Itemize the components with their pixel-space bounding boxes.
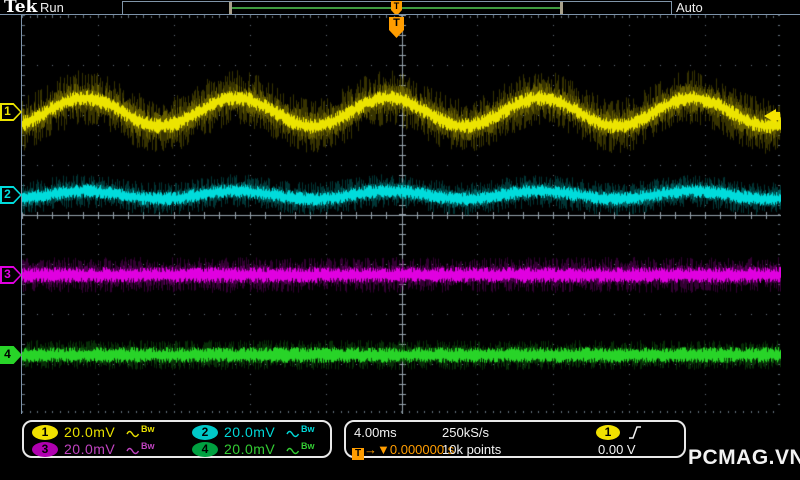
- channel-1-badge: 1: [32, 425, 58, 440]
- ac-coupling-icon: [126, 428, 140, 440]
- trigger-source-badge: 1: [596, 425, 620, 440]
- channel-2-position-marker: 2: [0, 186, 22, 204]
- trigger-mode-label: Auto: [676, 0, 703, 15]
- ac-coupling-icon: [286, 428, 300, 440]
- channel-4-badge: 4: [192, 442, 218, 457]
- channel-2-badge: 2: [192, 425, 218, 440]
- trigger-level-arrow-icon: [764, 109, 776, 123]
- horizontal-trigger-readouts-box: 4.00ms 250kS/s 1 T →▼0.000000 s 10k point…: [344, 420, 686, 458]
- trigger-t-icon: T: [352, 448, 364, 460]
- trigger-down-icon: ▼: [377, 442, 390, 457]
- trigger-arrow-icon: →: [364, 442, 377, 457]
- trigger-level-readout: 0.00 V: [598, 442, 636, 457]
- ac-coupling-icon: [286, 445, 300, 457]
- channel-2-scale: 20.0mV: [224, 424, 280, 440]
- bandwidth-limit-icon: Bw: [301, 424, 315, 434]
- sample-rate-readout: 250kS/s: [442, 425, 489, 440]
- trigger-delay-readout: T →▼0.000000 s: [352, 442, 454, 460]
- acquisition-progress-bar: T: [122, 1, 672, 15]
- channel-1-readout: 1 20.0mV Bw: [32, 424, 155, 440]
- rising-edge-icon: [628, 425, 643, 440]
- ac-coupling-icon: [126, 445, 140, 457]
- record-length-readout: 10k points: [442, 442, 501, 457]
- channel-3-readout: 3 20.0mV Bw: [32, 441, 155, 457]
- trigger-level-arrow-tail: [776, 112, 780, 120]
- bandwidth-limit-icon: Bw: [301, 441, 315, 451]
- acquisition-status: Run: [40, 0, 64, 15]
- channel-4-readout: 4 20.0mV Bw: [192, 441, 315, 457]
- channel-4-scale: 20.0mV: [224, 441, 280, 457]
- channel-1-scale: 20.0mV: [64, 424, 120, 440]
- bandwidth-limit-icon: Bw: [141, 424, 155, 434]
- channel-4-position-marker: 4: [0, 346, 22, 364]
- timebase-readout: 4.00ms: [354, 425, 397, 440]
- channel-3-badge: 3: [32, 442, 58, 457]
- waveform-display: [22, 15, 781, 414]
- channel-readouts-box: 1 20.0mV Bw 2 20.0mV Bw 3 20.0mV Bw 4 20…: [22, 420, 332, 458]
- channel-3-position-marker: 3: [0, 266, 22, 284]
- watermark: PCMAG.VN: [688, 446, 800, 470]
- channel-3-scale: 20.0mV: [64, 441, 120, 457]
- channel-2-readout: 2 20.0mV Bw: [192, 424, 315, 440]
- record-window-divider: [560, 2, 563, 14]
- channel-1-position-marker: 1: [0, 103, 22, 121]
- bandwidth-limit-icon: Bw: [141, 441, 155, 451]
- oscilloscope-screen: Tek Run T Auto T 1 2 3 4 1 20.0mV Bw 2 2…: [0, 0, 800, 480]
